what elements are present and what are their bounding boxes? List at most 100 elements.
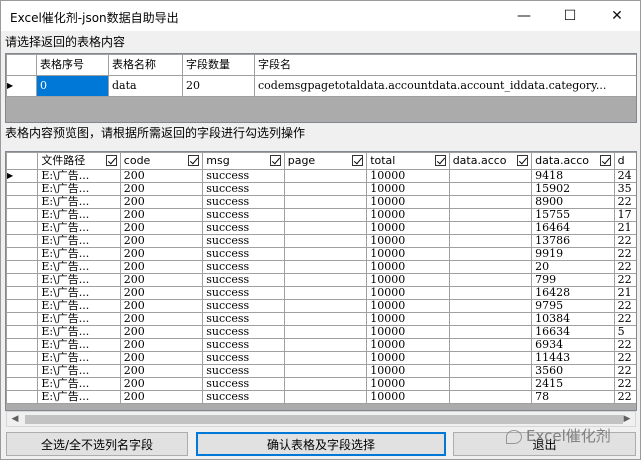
table-cell[interactable]: 35 [613,182,636,196]
table-cell[interactable]: 10000 [366,377,450,391]
table-cell[interactable]: 10000 [366,260,450,274]
row-header[interactable] [6,221,39,235]
table-cell[interactable]: success [202,286,285,300]
table-cell[interactable] [283,312,368,326]
table-cell[interactable] [448,195,533,209]
table-cell[interactable]: 10000 [366,338,450,352]
table-cell[interactable]: 200 [119,299,204,313]
close-button[interactable]: ✕ [594,1,640,31]
column-header[interactable]: 字段数量 [182,54,255,76]
table-cell[interactable] [448,221,533,235]
column-checkbox[interactable] [517,155,529,166]
column-header-page[interactable]: page [283,152,368,170]
scroll-left-icon[interactable]: ◀ [8,413,22,426]
table-cell[interactable]: 22 [613,260,636,274]
table-cell[interactable]: 200 [119,351,204,365]
table-cell[interactable]: 10000 [366,247,450,261]
table-cell[interactable]: 22 [613,234,636,248]
table-cell[interactable]: 200 [119,247,204,261]
table-cell[interactable] [448,260,533,274]
row-header[interactable] [6,260,39,274]
scroll-thumb[interactable] [25,415,623,424]
table-cell[interactable]: success [202,195,285,209]
table-cell[interactable]: 200 [119,286,204,300]
table-cell[interactable] [283,247,368,261]
table-cell[interactable]: 10000 [366,169,450,183]
table-cell[interactable]: 10000 [366,364,450,378]
confirm-button[interactable]: 确认表格及字段选择 [196,432,446,456]
table-cell[interactable]: 22 [613,299,636,313]
table-cell[interactable]: 10000 [366,325,450,339]
table-cell[interactable]: E:\广告... [37,325,121,339]
row-header[interactable] [6,312,39,326]
table-cell[interactable]: success [202,351,285,365]
table-cell[interactable]: 3560 [531,364,615,378]
table-cell[interactable] [283,208,368,222]
field-count-cell[interactable]: 20 [182,75,255,97]
table-cell[interactable]: 21 [613,221,636,235]
table-cell[interactable] [283,325,368,339]
table-cell[interactable] [448,364,533,378]
table-cell[interactable] [283,182,368,196]
table-cell[interactable] [283,260,368,274]
column-checkbox[interactable] [434,155,446,166]
table-row[interactable]: E:\广告... 200 success 10000 15755 17 [6,208,636,222]
table-cell[interactable] [448,351,533,365]
row-header[interactable] [6,234,39,248]
row-header[interactable] [6,351,39,365]
table-cell[interactable]: E:\广告... [37,169,121,183]
column-checkbox[interactable] [188,155,200,166]
table-cell[interactable]: E:\广告... [37,260,121,274]
table-cell[interactable]: success [202,234,285,248]
table-cell[interactable]: 200 [119,377,204,391]
table-cell[interactable]: E:\广告... [37,195,121,209]
table-cell[interactable]: 22 [613,377,636,391]
maximize-button[interactable]: ☐ [547,1,593,31]
table-row[interactable]: E:\广告... 200 success 10000 15902 35 [6,182,636,196]
table-cell[interactable] [283,351,368,365]
table-cell[interactable]: 78 [531,390,615,404]
table-cell[interactable] [448,234,533,248]
table-cell[interactable]: 200 [119,273,204,287]
table-row[interactable]: E:\广告... 200 success 10000 799 22 [6,273,636,287]
row-header[interactable] [6,247,39,261]
table-row[interactable]: E:\广告... 200 success 10000 9795 22 [6,299,636,313]
table-row[interactable]: E:\广告... 200 success 10000 6934 22 [6,338,636,352]
table-cell[interactable]: 10000 [366,208,450,222]
table-row[interactable]: E:\广告... 200 success 10000 8900 22 [6,195,636,209]
table-row[interactable]: E:\广告... 200 success 10000 16428 21 [6,286,636,300]
column-header[interactable]: 表格序号 [36,54,109,76]
row-header[interactable] [6,273,39,287]
table-cell[interactable]: 10000 [366,182,450,196]
table-row[interactable]: E:\广告... 200 success 10000 13786 22 [6,234,636,248]
table-cell[interactable]: E:\广告... [37,364,121,378]
table-cell[interactable]: E:\广告... [37,221,121,235]
table-row[interactable]: E:\广告... 200 success 10000 9919 22 [6,247,636,261]
table-row[interactable]: E:\广告... 200 success 10000 10384 22 [6,312,636,326]
table-cell[interactable]: 22 [613,247,636,261]
table-row[interactable]: E:\广告... 200 success 10000 78 22 [6,390,636,404]
table-cell[interactable] [283,338,368,352]
preview-grid[interactable]: 文件路径 code msg page total data.acco data.… [5,151,637,411]
table-row[interactable]: E:\广告... 200 success 10000 16464 21 [6,221,636,235]
table-cell[interactable]: 10000 [366,351,450,365]
table-cell[interactable]: 10000 [366,195,450,209]
column-header-code[interactable]: code [119,152,204,170]
table-cell[interactable]: 200 [119,234,204,248]
table-cell[interactable] [283,195,368,209]
column-header-msg[interactable]: msg [202,152,285,170]
table-cell[interactable]: 200 [119,182,204,196]
table-cell[interactable]: 10384 [531,312,615,326]
table-cell[interactable]: success [202,247,285,261]
table-cell[interactable]: success [202,325,285,339]
table-cell[interactable]: E:\广告... [37,286,121,300]
column-header[interactable]: 字段名 [254,54,636,76]
table-cell[interactable] [283,299,368,313]
column-header-data-account-id[interactable]: data.acco [531,152,615,170]
table-grid[interactable]: 表格序号 表格名称 字段数量 字段名 ▶ 0 data 20 codemsgpa… [5,53,637,123]
table-cell[interactable] [448,247,533,261]
table-cell[interactable]: 22 [613,364,636,378]
table-cell[interactable]: 9919 [531,247,615,261]
table-cell[interactable]: 15902 [531,182,615,196]
table-cell[interactable]: success [202,208,285,222]
